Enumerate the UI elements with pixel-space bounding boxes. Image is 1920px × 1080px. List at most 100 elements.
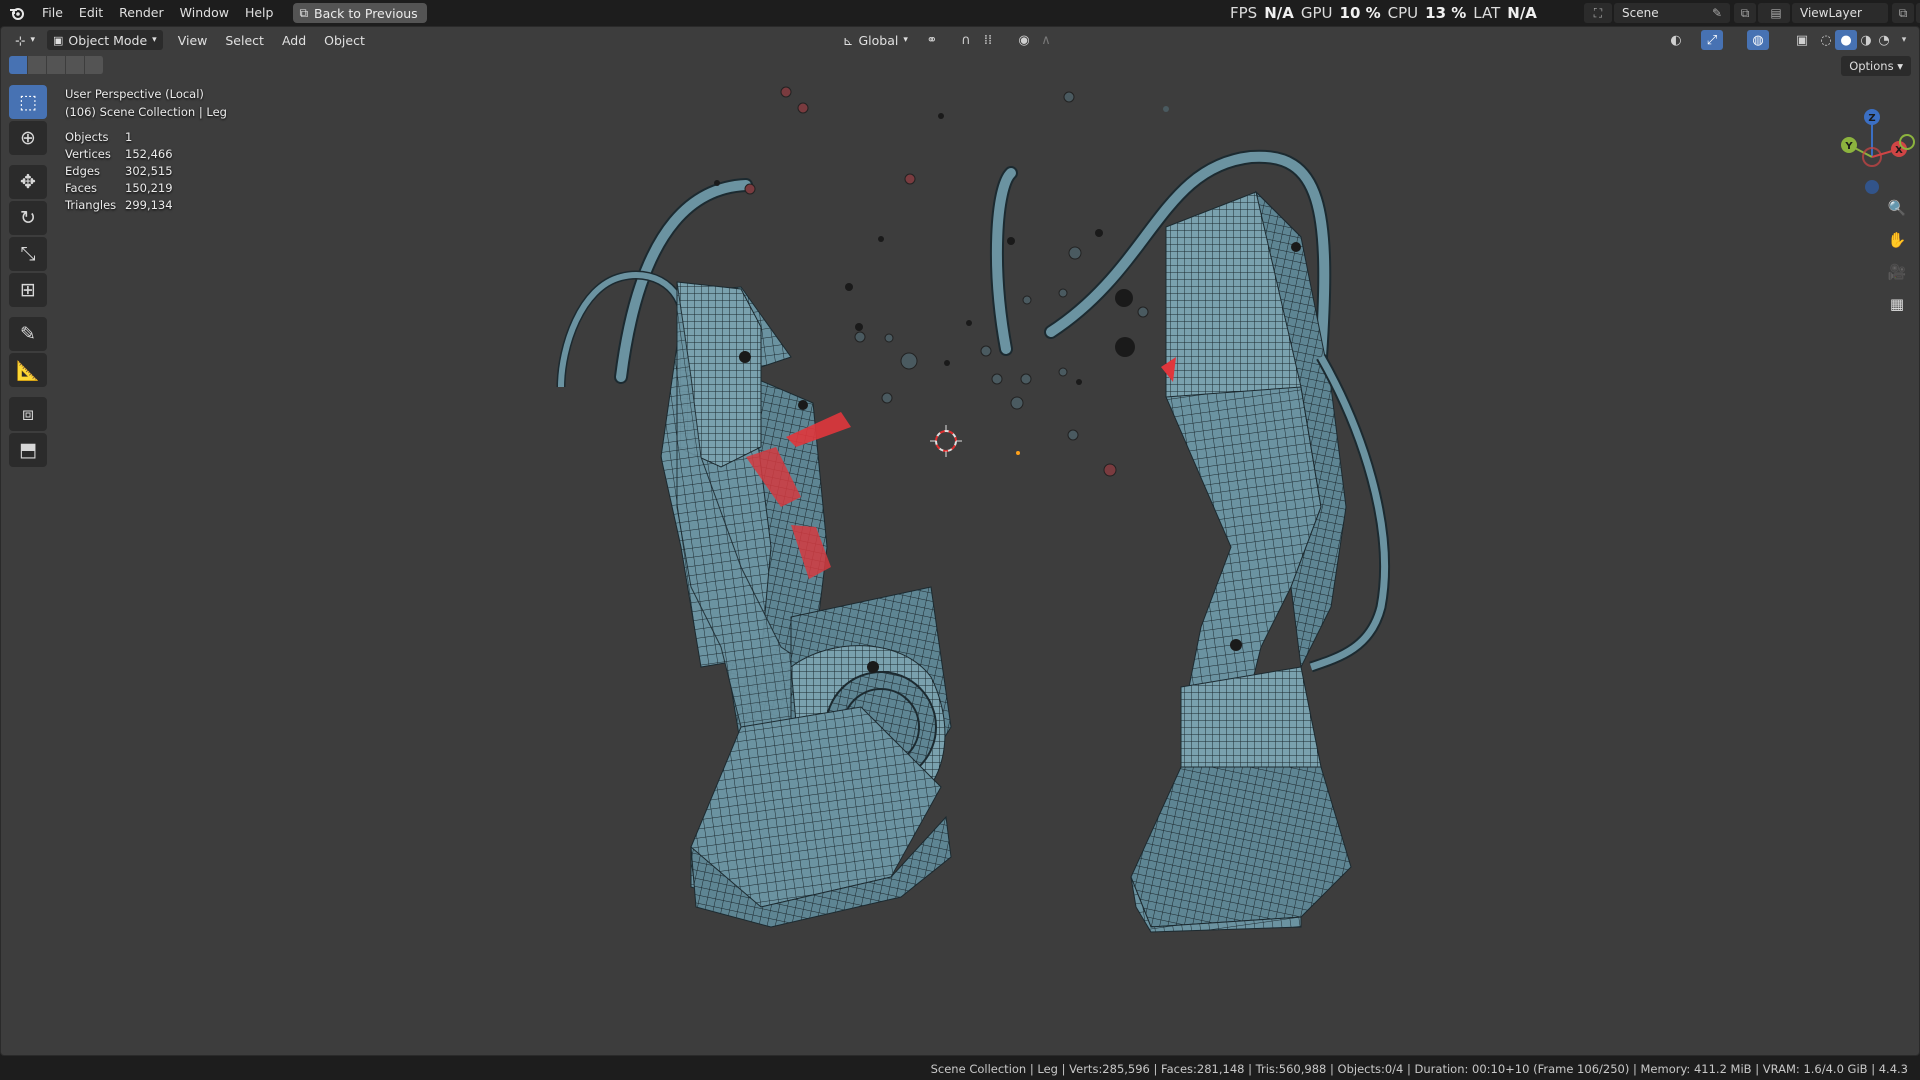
options-dropdown[interactable]: Options ▾ xyxy=(1841,56,1911,76)
transform-tool-icon[interactable]: ⊞ xyxy=(9,273,47,307)
fps-label: FPS xyxy=(1230,4,1258,22)
object-mode-label: Object Mode xyxy=(68,32,148,48)
new-scene-icon[interactable]: ⧉ xyxy=(1734,3,1756,23)
snap-toggle-icon[interactable]: ∩ xyxy=(955,30,977,50)
select-invert-icon[interactable] xyxy=(66,56,85,74)
transform-orientation-label: Global xyxy=(858,32,899,48)
viewport-text-overlay: User Perspective (Local) (106) Scene Col… xyxy=(65,85,227,214)
viewport-scene[interactable] xyxy=(1,53,1919,1053)
selection-mode-buttons xyxy=(9,56,104,74)
stat-label: Edges xyxy=(65,164,100,178)
stat-value: 302,515 xyxy=(125,164,173,178)
chevron-down-icon: ▾ xyxy=(30,35,36,45)
menu-render[interactable]: Render xyxy=(111,0,172,26)
menu-object[interactable]: Object xyxy=(315,33,374,48)
object-mode-dropdown[interactable]: ▣ Object Mode ▾ xyxy=(47,30,163,50)
new-view-layer-icon[interactable]: ⧉ xyxy=(1892,3,1914,23)
stat-value: 1 xyxy=(125,130,133,144)
back-icon: ⧉ xyxy=(299,5,309,20)
scene-browse-icon[interactable]: ⛶ xyxy=(1584,3,1612,23)
annotate-tool-icon[interactable]: ✎ xyxy=(9,317,47,351)
stat-label: Faces xyxy=(65,181,97,195)
stat-row: Faces 150,219 xyxy=(65,180,227,197)
back-to-previous-label: Back to Previous xyxy=(314,5,418,21)
origin-dot xyxy=(1016,451,1020,455)
stat-label: Objects xyxy=(65,130,109,144)
gizmo-toggle-icon[interactable]: ⤢ xyxy=(1701,30,1723,50)
scene-statistics: Objects 1 Vertices 152,466 Edges 302,515 Fa… xyxy=(65,129,227,214)
object-mode-icon: ▣ xyxy=(53,33,64,47)
tool-separator xyxy=(9,309,47,315)
scale-tool-icon[interactable]: ⤡ xyxy=(9,237,47,271)
add-cube-extra-icon[interactable]: ⬒ xyxy=(9,433,47,467)
stat-row: Objects 1 xyxy=(65,129,227,146)
back-to-previous-button[interactable]: ⧉ Back to Previous xyxy=(293,3,427,23)
snap-target-icon[interactable]: ⁞⁞ xyxy=(977,30,999,50)
perspective-toggle-icon[interactable]: ▦ xyxy=(1883,291,1911,317)
menu-view[interactable]: View xyxy=(169,33,217,48)
cpu-label: CPU xyxy=(1387,4,1419,22)
stat-value: 150,219 xyxy=(125,181,173,195)
menu-select[interactable]: Select xyxy=(216,33,273,48)
left-leg-mesh[interactable] xyxy=(556,178,952,928)
blender-logo-icon[interactable] xyxy=(0,0,34,26)
select-new-icon[interactable] xyxy=(9,56,28,74)
menu-add[interactable]: Add xyxy=(273,33,315,48)
orientation-icon: ⊾ xyxy=(843,32,854,48)
tool-separator xyxy=(9,157,47,163)
view-name: User Perspective (Local) xyxy=(65,87,204,101)
stat-row: Triangles 299,134 xyxy=(65,197,227,214)
rendered-shading-icon[interactable]: ◔ xyxy=(1873,30,1895,50)
gpu-value: 10 % xyxy=(1339,4,1381,22)
gpu-label: GPU xyxy=(1300,4,1333,22)
shading-options-icon[interactable]: ▾ xyxy=(1893,30,1915,50)
zoom-icon[interactable]: 🔍 xyxy=(1883,195,1911,221)
right-leg-mesh[interactable] xyxy=(1044,149,1391,933)
cpu-value: 13 % xyxy=(1425,4,1467,22)
3d-viewport[interactable]: ⊹ ▾ ▣ Object Mode ▾ View Select Add Objec… xyxy=(0,26,1920,1056)
pan-hand-icon[interactable]: ✋ xyxy=(1883,227,1911,253)
select-intersect-icon[interactable] xyxy=(85,56,104,74)
delete-view-layer-icon[interactable]: ✕ xyxy=(1916,3,1920,23)
menu-window[interactable]: Window xyxy=(172,0,237,26)
overlay-toggle-icon[interactable]: ◍ xyxy=(1747,30,1769,50)
stat-row: Edges 302,515 xyxy=(65,163,227,180)
gizmo-y-label: Y xyxy=(1844,141,1853,152)
move-tool-icon[interactable]: ✥ xyxy=(9,165,47,199)
tool-separator xyxy=(9,389,47,395)
3d-cursor-icon[interactable] xyxy=(930,425,962,457)
floating-pipe-mesh[interactable] xyxy=(989,166,1018,356)
menu-file[interactable]: File xyxy=(34,0,71,26)
measure-tool-icon[interactable]: 📐 xyxy=(9,353,47,387)
select-subtract-icon[interactable] xyxy=(47,56,66,74)
top-menu-bar: File Edit Render Window Help ⧉ Back to P… xyxy=(0,0,1920,26)
view-layer-name-field[interactable]: ViewLayer xyxy=(1792,3,1888,23)
xray-toggle-icon[interactable]: ▣ xyxy=(1791,30,1813,50)
pivot-point-icon[interactable]: ⚭ xyxy=(921,30,943,50)
navigation-gizmo[interactable]: Z Y X xyxy=(1827,87,1917,197)
menu-edit[interactable]: Edit xyxy=(71,0,111,26)
transform-orientation-dropdown[interactable]: ⊾ Global ▾ xyxy=(837,30,914,50)
rotate-tool-icon[interactable]: ↻ xyxy=(9,201,47,235)
camera-view-icon[interactable]: 🎥 xyxy=(1883,259,1911,285)
proportional-edit-icon[interactable]: ◉ xyxy=(1013,30,1035,50)
falloff-icon[interactable]: ∧ xyxy=(1035,30,1057,50)
stat-label: Vertices xyxy=(65,147,111,161)
select-box-icon[interactable]: ⬚ xyxy=(9,85,47,119)
stat-value: 152,466 xyxy=(125,147,173,161)
options-label: Options xyxy=(1849,59,1894,73)
select-extend-icon[interactable] xyxy=(28,56,47,74)
visibility-icon[interactable]: ◐ xyxy=(1665,30,1687,50)
wireframe-shading-icon[interactable]: ◌ xyxy=(1815,30,1837,50)
navigation-tools: 🔍 ✋ 🎥 ▦ xyxy=(1883,195,1911,317)
solid-shading-icon[interactable]: ● xyxy=(1835,30,1857,50)
view-layer-selector: ▤ ViewLayer ⧉ ✕ xyxy=(1762,3,1920,23)
view-layer-browse-icon[interactable]: ▤ xyxy=(1762,3,1790,23)
editor-type-button[interactable]: ⊹ ▾ xyxy=(9,30,41,50)
add-cube-tool-icon[interactable]: ⧈ xyxy=(9,397,47,431)
menu-help[interactable]: Help xyxy=(237,0,282,26)
scene-selector: ⛶ Scene ✎ ⧉ ✕ xyxy=(1584,3,1780,23)
cursor-tool-icon[interactable]: ⊕ xyxy=(9,121,47,155)
stat-row: Vertices 152,466 xyxy=(65,146,227,163)
pin-icon[interactable]: ✎ xyxy=(1706,3,1728,23)
